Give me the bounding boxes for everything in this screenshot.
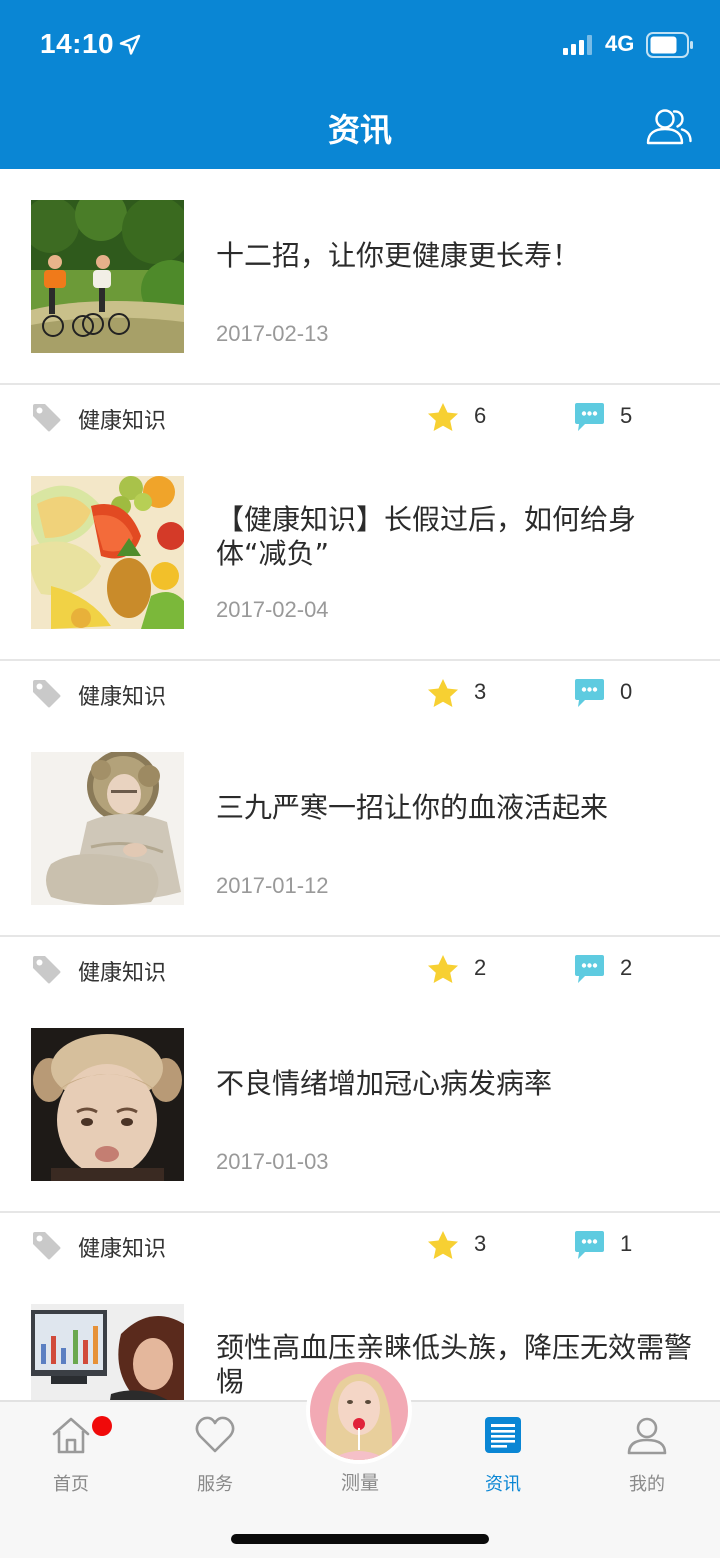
- article-title[interactable]: 颈性高血压亲睐低头族，降压无效需警惕: [216, 1331, 696, 1399]
- network-type: 4G: [605, 31, 635, 56]
- tab-news[interactable]: 资讯: [448, 1414, 558, 1504]
- page-title: 资讯: [327, 111, 392, 149]
- article-date: 2017-02-13: [216, 321, 329, 346]
- star-count: 3: [474, 679, 487, 704]
- tag-icon: [33, 680, 61, 708]
- battery-icon: [646, 32, 693, 58]
- tab-bar: 首页 服务 测量 资讯 我的: [0, 1358, 720, 1558]
- article-meta: 健康知识 6 5: [0, 385, 720, 445]
- users-icon[interactable]: [645, 106, 693, 146]
- star-icon[interactable]: [427, 402, 459, 432]
- article-date: 2017-01-03: [216, 1149, 329, 1174]
- comment-count: 2: [620, 955, 633, 980]
- comment-icon[interactable]: [573, 954, 606, 984]
- tab-home-label: 首页: [53, 1474, 89, 1495]
- heart-icon: [195, 1416, 235, 1453]
- status-bar: 14:10 4G: [0, 0, 720, 88]
- news-card-main[interactable]: 【健康知识】长假过后，如何给身体“减负” 2017-02-04: [0, 445, 720, 659]
- tab-mine[interactable]: 我的: [592, 1414, 702, 1504]
- article-thumbnail: [31, 752, 184, 905]
- measure-avatar[interactable]: [306, 1358, 412, 1464]
- article-date: 2017-01-12: [216, 873, 329, 898]
- notification-badge: [92, 1416, 112, 1436]
- tab-measure-label: 测量: [340, 1472, 379, 1494]
- news-card-main[interactable]: 不良情绪增加冠心病发病率 2017-01-03: [0, 997, 720, 1211]
- news-feed[interactable]: 十二招，让你更健康更长寿！ 2017-02-13 健康知识 6 5 【健康知识】…: [0, 169, 720, 1400]
- tab-service-label: 服务: [197, 1474, 233, 1495]
- star-icon[interactable]: [427, 954, 459, 984]
- article-meta: 健康知识 2 2: [0, 937, 720, 997]
- tab-home[interactable]: 首页: [16, 1414, 126, 1504]
- article-title[interactable]: 【健康知识】长假过后，如何给身体“减负”: [216, 503, 696, 571]
- article-thumbnail: [31, 200, 184, 353]
- article-title[interactable]: 三九严寒一招让你的血液活起来: [216, 791, 696, 825]
- cold-woman-photo: [31, 752, 184, 905]
- comment-icon[interactable]: [573, 678, 606, 708]
- sad-child-photo: [31, 1028, 184, 1181]
- star-count: 2: [474, 955, 487, 980]
- comment-count: 1: [620, 1231, 633, 1256]
- article-date: 2017-02-04: [216, 597, 329, 622]
- article-thumbnail: [31, 476, 184, 629]
- cyclists-photo: [31, 200, 184, 353]
- news-card[interactable]: 十二招，让你更健康更长寿！ 2017-02-13 健康知识 6 5: [0, 169, 720, 445]
- tab-news-label: 资讯: [485, 1474, 521, 1495]
- star-count: 3: [474, 1231, 487, 1256]
- comment-icon[interactable]: [573, 1230, 606, 1260]
- signal-icon: [563, 35, 592, 55]
- article-title[interactable]: 不良情绪增加冠心病发病率: [216, 1067, 696, 1101]
- app-header: 14:10 4G 资讯: [0, 0, 720, 169]
- article-meta: 健康知识 3 1: [0, 1213, 720, 1273]
- news-card[interactable]: 不良情绪增加冠心病发病率 2017-01-03 健康知识 3 1: [0, 997, 720, 1273]
- article-thumbnail: [31, 1304, 184, 1400]
- news-card-main[interactable]: 十二招，让你更健康更长寿！ 2017-02-13: [0, 169, 720, 383]
- star-icon[interactable]: [427, 1230, 459, 1260]
- home-indicator: [231, 1534, 489, 1544]
- tab-service[interactable]: 服务: [160, 1414, 270, 1504]
- news-icon: [485, 1417, 521, 1453]
- comment-count: 5: [620, 403, 633, 428]
- tag-label: 健康知识: [78, 409, 167, 434]
- home-icon: [52, 1417, 90, 1454]
- tag-icon: [33, 956, 61, 984]
- comment-count: 0: [620, 679, 633, 704]
- tag-icon: [33, 404, 61, 432]
- tag-icon: [33, 1232, 61, 1260]
- article-title[interactable]: 十二招，让你更健康更长寿！: [216, 239, 696, 273]
- avatar-photo: [310, 1362, 408, 1460]
- news-card[interactable]: 【健康知识】长假过后，如何给身体“减负” 2017-02-04 健康知识 3 0: [0, 445, 720, 721]
- star-icon[interactable]: [427, 678, 459, 708]
- tab-mine-label: 我的: [629, 1474, 665, 1495]
- location-arrow-icon: [119, 34, 141, 55]
- office-woman-photo: [31, 1304, 184, 1400]
- tag-label: 健康知识: [78, 961, 167, 986]
- comment-icon[interactable]: [573, 402, 606, 432]
- news-card-main[interactable]: 三九严寒一招让你的血液活起来 2017-01-12: [0, 721, 720, 935]
- article-meta: 健康知识 3 0: [0, 661, 720, 721]
- tag-label: 健康知识: [78, 1237, 167, 1262]
- status-time: 14:10: [40, 28, 115, 59]
- article-thumbnail: [31, 1028, 184, 1181]
- user-icon: [627, 1417, 667, 1455]
- news-card[interactable]: 三九严寒一招让你的血液活起来 2017-01-12 健康知识 2 2: [0, 721, 720, 997]
- fruits-photo: [31, 476, 184, 629]
- star-count: 6: [474, 403, 487, 428]
- tag-label: 健康知识: [78, 685, 167, 710]
